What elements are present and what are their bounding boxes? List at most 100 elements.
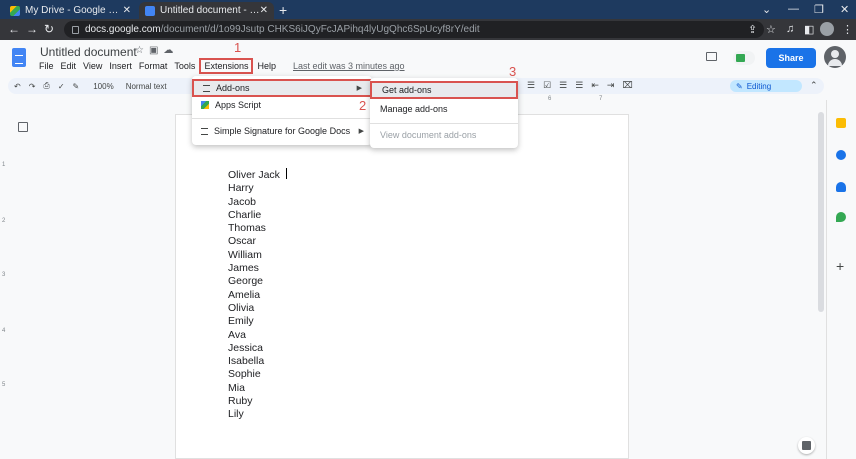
keep-icon[interactable] — [836, 118, 846, 128]
menu-file[interactable]: File — [39, 61, 54, 74]
tab-my-drive[interactable]: My Drive - Google Drive ✕ — [4, 2, 137, 19]
docs-logo-icon[interactable] — [12, 48, 26, 67]
bookmark-star-icon[interactable]: ☆ — [766, 23, 776, 36]
reload-icon[interactable]: ↻ — [44, 22, 54, 36]
submenu-arrow-icon: ▶ — [356, 85, 362, 92]
explore-button[interactable] — [798, 437, 815, 454]
annotation-step-2: 2 — [359, 98, 367, 113]
url-host: docs.google.com — [85, 24, 161, 35]
ruler-number: 1 — [2, 162, 6, 168]
document-line: George — [228, 275, 264, 288]
document-line: James — [228, 262, 259, 275]
more-menu-icon[interactable]: ⋮ — [842, 23, 853, 36]
back-icon[interactable]: ← — [8, 22, 20, 36]
bulleted-list-icon[interactable]: ☰ — [559, 80, 575, 90]
print-icon[interactable]: ⎙ — [43, 81, 49, 91]
media-icon[interactable]: ♫ — [786, 23, 794, 35]
account-avatar[interactable] — [824, 46, 846, 68]
close-icon[interactable]: ✕ — [123, 5, 131, 16]
paint-format-icon[interactable]: ✎ — [73, 82, 80, 91]
numbered-list-icon[interactable]: ☰ — [575, 80, 591, 90]
annotation-step-3: 3 — [509, 64, 517, 79]
checklist-icon[interactable]: ☑ — [543, 80, 559, 90]
window-close-icon[interactable]: ✕ — [840, 3, 849, 16]
restore-icon[interactable]: ❐ — [814, 3, 824, 16]
menu-edit[interactable]: Edit — [61, 61, 77, 74]
sidebar-icon[interactable]: ◧ — [804, 23, 814, 36]
document-line: Ava — [228, 328, 246, 341]
cloud-status-icon[interactable]: ☁ — [163, 45, 178, 56]
menu-tools[interactable]: Tools — [174, 61, 195, 74]
add-ons-submenu: Get add-ons Manage add-ons View document… — [370, 78, 518, 148]
menu-item-label: Get add-ons — [382, 85, 432, 95]
menu-item-label: View document add-ons — [380, 130, 477, 140]
contacts-icon[interactable] — [836, 182, 846, 192]
comment-history-icon[interactable] — [706, 52, 717, 61]
increase-indent-icon[interactable]: ⇥ — [607, 80, 623, 90]
submenu-arrow-icon: ▶ — [358, 128, 364, 135]
clear-formatting-icon[interactable]: ⌧ — [622, 80, 640, 90]
editing-mode-select[interactable]: ✎ Editing — [730, 80, 802, 92]
lock-icon — [72, 25, 79, 34]
document-outline-icon[interactable] — [18, 122, 28, 132]
spellcheck-icon[interactable]: ✓ — [58, 82, 65, 91]
menu-item-simple-signature[interactable]: Simple Signature for Google Docs ▶ — [192, 122, 372, 140]
forward-icon[interactable]: → — [26, 22, 38, 36]
document-line: Oliver Jack — [228, 169, 280, 181]
redo-icon[interactable]: ↷ — [29, 82, 36, 91]
document-line: Charlie — [228, 208, 262, 221]
document-title[interactable]: Untitled document — [40, 45, 137, 59]
new-tab-button[interactable]: + — [279, 2, 287, 18]
menu-divider — [370, 123, 518, 124]
menu-item-get-add-ons[interactable]: Get add-ons — [370, 81, 518, 99]
menu-item-add-ons[interactable]: Add-ons ▶ — [192, 79, 372, 97]
text-cursor — [285, 168, 287, 179]
add-on-plus-icon[interactable]: + — [836, 258, 844, 274]
vertical-ruler: 1 2 3 4 5 — [0, 110, 10, 459]
menu-extensions[interactable]: Extensions — [199, 58, 254, 74]
menu-format[interactable]: Format — [139, 61, 168, 74]
document-line: William — [228, 248, 262, 261]
maps-icon[interactable] — [836, 212, 846, 222]
menu-item-manage-add-ons[interactable]: Manage add-ons — [370, 100, 518, 118]
menu-help[interactable]: Help — [257, 61, 276, 74]
share-button[interactable]: Share — [766, 48, 816, 68]
move-folder-icon[interactable]: ▣ — [149, 45, 163, 56]
vertical-scrollbar[interactable] — [818, 112, 824, 312]
add-ons-icon — [203, 84, 210, 92]
menu-item-apps-script[interactable]: Apps Script — [192, 96, 372, 114]
chevron-up-icon[interactable]: ⌃ — [810, 80, 818, 91]
extensions-menu: Add-ons ▶ Apps Script Simple Signature f… — [192, 76, 372, 145]
menu-insert[interactable]: Insert — [109, 61, 132, 74]
style-select[interactable]: Normal text — [126, 82, 167, 91]
tab-untitled-document[interactable]: Untitled document - Google Docs ✕ — [139, 2, 274, 19]
menu-view[interactable]: View — [83, 61, 102, 74]
profile-avatar[interactable] — [820, 22, 834, 36]
docs-header: Untitled document ☆▣☁ File Edit View Ins… — [0, 40, 856, 78]
close-icon[interactable]: ✕ — [260, 5, 268, 16]
decrease-indent-icon[interactable]: ⇤ — [591, 80, 607, 90]
apps-script-icon — [201, 101, 209, 109]
tasks-icon[interactable] — [836, 150, 846, 160]
last-edit-link[interactable]: Last edit was 3 minutes ago — [293, 61, 405, 74]
document-line: Sophie — [228, 368, 261, 381]
menu-item-view-document-add-ons: View document add-ons — [370, 126, 518, 144]
menu-item-label: Apps Script — [215, 100, 262, 110]
share-page-icon[interactable]: ⇪ — [748, 23, 757, 36]
meet-button[interactable] — [733, 51, 755, 65]
address-bar[interactable]: docs.google.com /document/d/1o99Jsutp CH… — [64, 21, 764, 38]
document-line: Isabella — [228, 355, 265, 368]
tab-title: Untitled document - Google Docs — [160, 5, 260, 16]
minimize-icon[interactable]: — — [788, 3, 799, 15]
document-line: Olivia — [228, 301, 255, 314]
zoom-select[interactable]: 100% — [93, 82, 113, 91]
ruler-number: 3 — [2, 272, 6, 278]
line-spacing-icon[interactable]: ☰ — [527, 80, 543, 90]
chevron-down-icon[interactable]: ⌄ — [762, 3, 771, 16]
browser-toolbar: ← → ↻ docs.google.com /document/d/1o99Js… — [0, 19, 856, 40]
ruler-number: 7 — [599, 96, 603, 102]
undo-icon[interactable]: ↶ — [14, 82, 21, 91]
menu-item-label: Simple Signature for Google Docs — [214, 126, 351, 136]
star-icon[interactable]: ☆ — [135, 45, 149, 56]
document-body[interactable]: Oliver Jack Harry Jacob Charlie Thomas O… — [228, 168, 287, 422]
